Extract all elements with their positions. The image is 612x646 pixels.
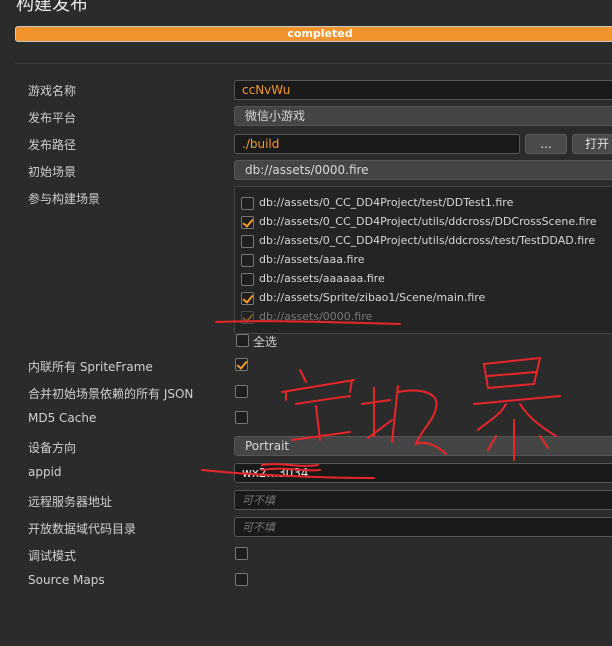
annotation-scribble <box>361 385 447 455</box>
red-annotation-overlay <box>201 320 561 479</box>
annotation-underline <box>215 320 401 325</box>
annotation-scribble <box>281 369 355 441</box>
annotation-underline <box>201 469 375 479</box>
appid-scribble <box>261 463 321 472</box>
annotation-scribble <box>473 356 561 461</box>
